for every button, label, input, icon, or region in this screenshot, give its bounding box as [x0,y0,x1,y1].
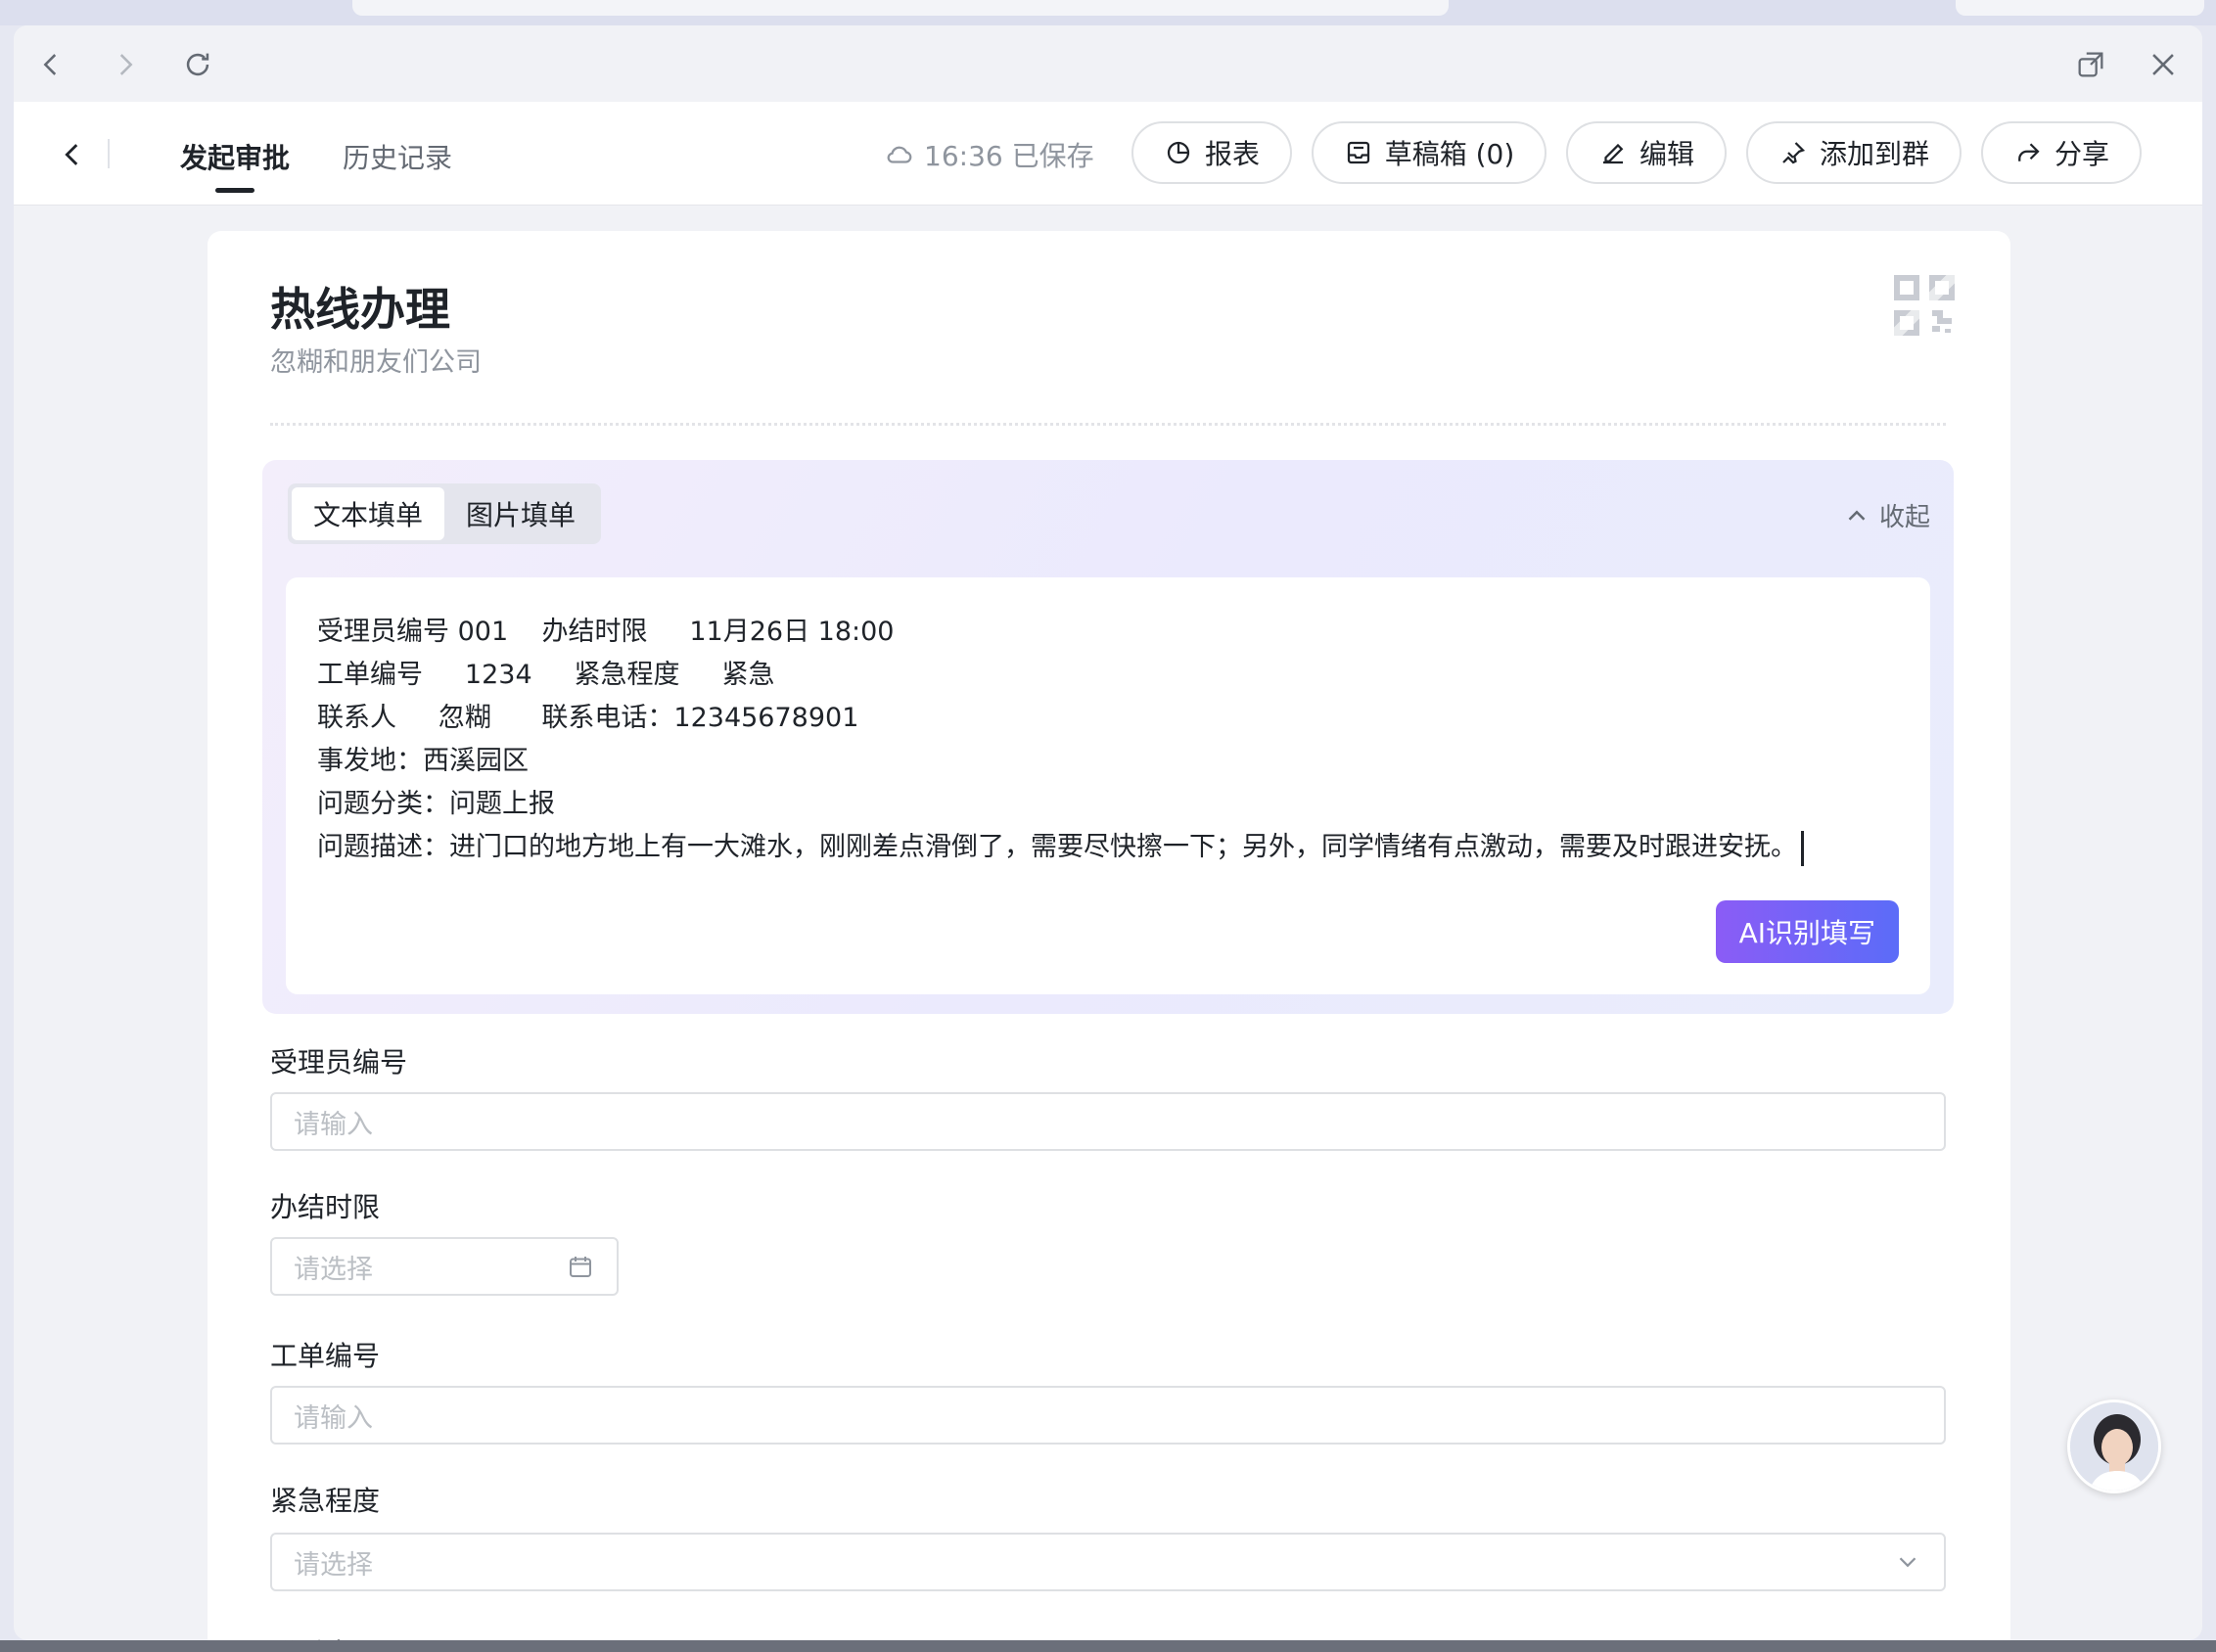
ai-text-line: 事发地：西溪园区 [317,746,529,776]
collapse-label: 收起 [1878,503,1930,532]
title-separator [270,423,1946,426]
form-card: 热线办理 忽糊和朋友们公司 文本填单 图片填单 收起 受理员编号 001 办结时… [208,231,2010,1640]
tab-start-approval[interactable]: 发起审批 [180,137,290,176]
app-window: 发起审批 历史记录 16:36 已保存 报表 草稿箱 (0) 编辑 添加到群 分… [14,25,2202,1640]
report-button[interactable]: 报表 [1131,121,1292,184]
browser-tab[interactable] [352,0,1449,16]
pencil-icon [1602,143,1624,164]
ai-text-line: 受理员编号 001 办结时限 11月26日 18:00 [317,617,895,647]
company-name: 忽糊和朋友们公司 [270,347,482,378]
cloud-icon [887,146,912,163]
taskbar-edge [0,1640,2216,1652]
save-status-text: 16:36 已保存 [924,140,1094,172]
collapse-button[interactable]: 收起 [1842,497,1930,533]
text-cursor [1801,830,1804,866]
header-divider [108,139,110,168]
pie-chart-icon [1167,141,1190,164]
chevron-down-icon [1899,1557,1916,1568]
app-header: 发起审批 历史记录 16:36 已保存 报表 草稿箱 (0) 编辑 添加到群 分… [14,102,2202,206]
ai-text-line: 联系人 忽糊 联系电话：12345678901 [317,703,859,733]
form-title: 热线办理 [270,283,450,336]
urgency-label: 紧急程度 [270,1485,381,1517]
ai-text-content: 问题描述：进门口的地方地上有一大滩水，刚刚差点滑倒了，需要尽快擦一下；另外，同学… [317,832,1797,862]
add-to-group-label: 添加到群 [1819,138,1929,170]
browser-navbar [14,25,2202,102]
active-tab-indicator [215,188,254,193]
deadline-placeholder: 请选择 [294,1254,373,1285]
share-icon [2018,143,2040,161]
add-to-group-button[interactable]: 添加到群 [1746,121,1962,184]
close-icon[interactable] [2144,45,2183,84]
share-button[interactable]: 分享 [1981,121,2142,184]
browser-controls [1956,0,2204,16]
drafts-box-icon [1347,141,1369,164]
ai-text-line: 工单编号 1234 紧急程度 紧急 [317,660,775,690]
qr-code-icon[interactable] [1889,270,1960,341]
assistant-avatar[interactable] [2067,1400,2161,1493]
tab-history[interactable]: 历史记录 [343,137,452,176]
ai-text-area[interactable]: 受理员编号 001 办结时限 11月26日 18:00 工单编号 1234 紧急… [286,577,1930,994]
calendar-icon [570,1257,591,1277]
ai-text-line: 问题分类：问题上报 [317,789,555,819]
deadline-date-picker[interactable]: 请选择 [270,1237,619,1296]
contact-label: 联系人 [270,1632,352,1640]
operator-id-label: 受理员编号 [270,1046,408,1078]
order-id-input[interactable]: 请输入 [270,1386,1946,1445]
ai-recognize-button[interactable]: AI识别填写 [1715,900,1899,963]
forward-icon[interactable] [106,45,145,84]
back-arrow-icon[interactable] [51,133,94,176]
back-icon[interactable] [31,45,70,84]
ai-text-line-last: 问题描述：进门口的地方地上有一大滩水，刚刚差点滑倒了，需要尽快擦一下；另外，同学… [317,826,1899,869]
open-external-icon[interactable] [2071,45,2110,84]
report-label: 报表 [1204,138,1260,170]
urgency-select[interactable]: 请选择 [270,1533,1946,1591]
save-status: 16:36 已保存 [885,135,1094,174]
deadline-label: 办结时限 [270,1191,381,1223]
fill-mode-switch: 文本填单 图片填单 [288,483,602,544]
edit-label: 编辑 [1639,138,1694,170]
tab-image-fill[interactable]: 图片填单 [444,487,597,540]
order-id-label: 工单编号 [270,1340,381,1372]
os-tab-strip [0,0,2216,25]
pin-icon [1782,142,1806,164]
operator-id-input[interactable]: 请输入 [270,1092,1946,1151]
edit-button[interactable]: 编辑 [1566,121,1727,184]
ai-fill-panel: 文本填单 图片填单 收起 受理员编号 001 办结时限 11月26日 18:00… [262,460,1954,1014]
share-label: 分享 [2054,138,2109,170]
urgency-placeholder: 请选择 [294,1549,373,1581]
reload-icon[interactable] [178,45,217,84]
tab-text-fill[interactable]: 文本填单 [292,487,445,540]
drafts-button[interactable]: 草稿箱 (0) [1312,121,1547,184]
drafts-label: 草稿箱 (0) [1384,138,1515,170]
chevron-up-icon [1848,509,1866,521]
